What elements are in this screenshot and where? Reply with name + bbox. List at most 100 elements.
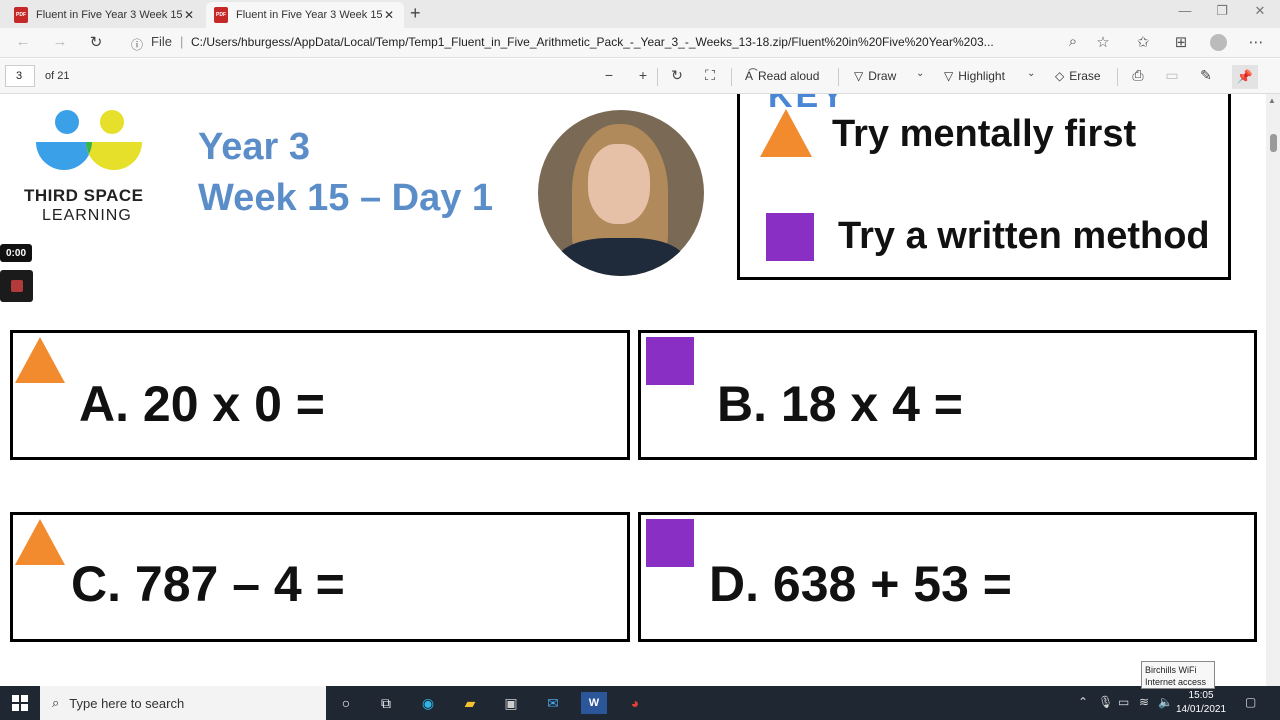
chevron-down-icon[interactable]: ⌄ — [1027, 68, 1035, 79]
pdf-icon: PDF — [14, 7, 28, 23]
wifi-icon[interactable]: ≋ — [1139, 695, 1149, 709]
collections-icon[interactable]: ⊞ — [1170, 33, 1192, 51]
clock[interactable]: 15:05 14/01/2021 — [1176, 689, 1226, 717]
divider — [1117, 68, 1118, 86]
square-icon — [766, 213, 814, 261]
pdf-page: THIRD SPACE LEARNING Year 3 Week 15 – Da… — [0, 94, 1266, 686]
chevron-down-icon[interactable]: ⌄ — [916, 68, 924, 79]
microphone-icon[interactable]: 🎙 — [1098, 695, 1113, 709]
key-square-text: Try a written method — [838, 215, 1210, 257]
eraser-icon: ◇ — [1055, 69, 1065, 83]
minimize-icon[interactable]: — — [1170, 3, 1200, 18]
scrollbar[interactable]: ▲ — [1266, 94, 1280, 686]
favorite-star-icon[interactable]: ☆ — [1092, 33, 1114, 51]
mail-icon[interactable]: ✉ — [540, 692, 566, 714]
highlight-button[interactable]: ▽ Highlight — [944, 69, 1005, 83]
chrome-icon[interactable]: ◕ — [622, 692, 648, 714]
highlight-icon: ▽ — [944, 69, 954, 83]
refresh-icon[interactable]: ↻ — [86, 33, 106, 51]
pin-icon: 📌 — [1236, 69, 1254, 84]
battery-icon[interactable]: ▭ — [1118, 695, 1129, 709]
scroll-thumb[interactable] — [1270, 134, 1277, 152]
favorites-icon[interactable]: ✩ — [1132, 33, 1154, 51]
notifications-icon[interactable]: ▢ — [1245, 695, 1256, 709]
scroll-up-icon[interactable]: ▲ — [1268, 96, 1276, 105]
search-placeholder: Type here to search — [69, 695, 185, 711]
search-icon: ⌕ — [52, 695, 60, 710]
tooltip-status: Internet access — [1145, 677, 1207, 687]
recording-timer: 0:00 — [0, 244, 32, 262]
square-icon — [646, 337, 694, 385]
pdf-icon: PDF — [214, 7, 228, 23]
key-triangle-text: Try mentally first — [832, 113, 1137, 155]
stop-recording-button[interactable] — [0, 270, 33, 302]
draw-button[interactable]: ▽ Draw — [854, 69, 896, 83]
volume-icon[interactable]: 🔈 — [1158, 695, 1173, 709]
cortana-icon[interactable]: ○ — [333, 692, 359, 714]
tooltip-network: Birchills WiFi — [1145, 665, 1197, 675]
page-title-week: Week 15 – Day 1 — [198, 177, 494, 219]
save-icon[interactable]: ▭ — [1162, 67, 1182, 84]
windows-start-icon[interactable] — [12, 695, 28, 711]
more-menu-icon[interactable]: ⋯ — [1245, 33, 1267, 51]
question-c: C. 787 – 4 = — [10, 512, 630, 642]
url-input[interactable]: C:/Users/hburgess/AppData/Local/Temp/Tem… — [191, 35, 1051, 49]
tab-title: Fluent in Five Year 3 Week 15.pdf — [236, 9, 382, 21]
question-text: A. 20 x 0 = — [79, 376, 325, 432]
highlight-label: Highlight — [958, 69, 1005, 83]
close-icon[interactable]: ✕ — [382, 8, 396, 22]
page-number-input[interactable]: 3 — [5, 65, 35, 87]
task-view-icon[interactable]: ⧉ — [373, 692, 399, 714]
tab-title: Fluent in Five Year 3 Week 15.pdf — [36, 9, 182, 21]
key-box: KEY Try mentally first Try a written met… — [737, 94, 1231, 280]
wifi-tooltip: Birchills WiFi Internet access — [1141, 661, 1215, 689]
avatar[interactable] — [1210, 34, 1227, 51]
maximize-icon[interactable]: ❐ — [1207, 3, 1237, 19]
back-icon[interactable]: ← — [13, 33, 33, 50]
divider: | — [180, 34, 184, 49]
question-a: A. 20 x 0 = — [10, 330, 630, 460]
new-tab-button[interactable]: + — [410, 3, 421, 24]
stop-icon — [10, 280, 23, 292]
zoom-icon[interactable]: ⌕ — [1062, 33, 1084, 50]
page-title-year: Year 3 — [198, 126, 310, 168]
clock-date: 14/01/2021 — [1176, 704, 1227, 715]
logo-text: THIRD SPACE — [24, 186, 144, 205]
edge-icon[interactable]: ◉ — [415, 692, 441, 714]
close-window-icon[interactable]: ✕ — [1245, 3, 1275, 19]
read-aloud-label: Read aloud — [758, 69, 820, 83]
tab-pdf-2[interactable]: PDF Fluent in Five Year 3 Week 15.pdf ✕ — [206, 2, 404, 28]
word-icon[interactable]: W — [581, 692, 607, 714]
read-aloud-button[interactable]: A͡ Read aloud — [745, 69, 819, 83]
question-d: D. 638 + 53 = — [638, 512, 1257, 642]
forward-icon[interactable]: → — [50, 33, 70, 50]
file-explorer-icon[interactable]: ▰ — [457, 692, 483, 714]
logo-text: LEARNING — [42, 207, 132, 224]
divider — [731, 68, 732, 86]
triangle-icon — [15, 337, 65, 383]
address-bar: ← → ↻ ⓘ File | C:/Users/hburgess/AppData… — [0, 28, 1280, 58]
zoom-in-icon[interactable]: + — [633, 67, 653, 83]
rotate-icon[interactable]: ↻ — [667, 67, 687, 84]
print-icon[interactable]: ⎙ — [1128, 67, 1148, 84]
fit-page-icon[interactable]: ⛶ — [700, 67, 720, 84]
tab-pdf-1[interactable]: PDF Fluent in Five Year 3 Week 15.pdf ✕ — [6, 2, 204, 28]
taskbar: ⌕ Type here to search ○ ⧉ ◉ ▰ ▣ ✉ W ◕ ⌃ … — [0, 686, 1280, 720]
divider — [838, 68, 839, 86]
pin-toolbar-button[interactable]: 📌 — [1232, 65, 1258, 89]
divider — [657, 68, 658, 86]
teacher-photo — [538, 110, 704, 276]
zoom-out-icon[interactable]: − — [599, 67, 619, 83]
info-icon[interactable]: ⓘ — [131, 36, 143, 53]
question-text: C. 787 – 4 = — [71, 556, 345, 612]
draw-label: Draw — [868, 69, 897, 83]
save-as-icon[interactable]: ✎ — [1196, 67, 1216, 84]
close-icon[interactable]: ✕ — [182, 8, 196, 22]
show-hidden-icons-icon[interactable]: ⌃ — [1078, 695, 1088, 709]
taskbar-search[interactable]: ⌕ Type here to search — [40, 686, 326, 720]
store-icon[interactable]: ▣ — [498, 692, 524, 714]
page-count: of 21 — [45, 70, 70, 82]
erase-button[interactable]: ◇ Erase — [1055, 69, 1101, 83]
clock-time: 15:05 — [1188, 690, 1214, 701]
square-icon — [646, 519, 694, 567]
